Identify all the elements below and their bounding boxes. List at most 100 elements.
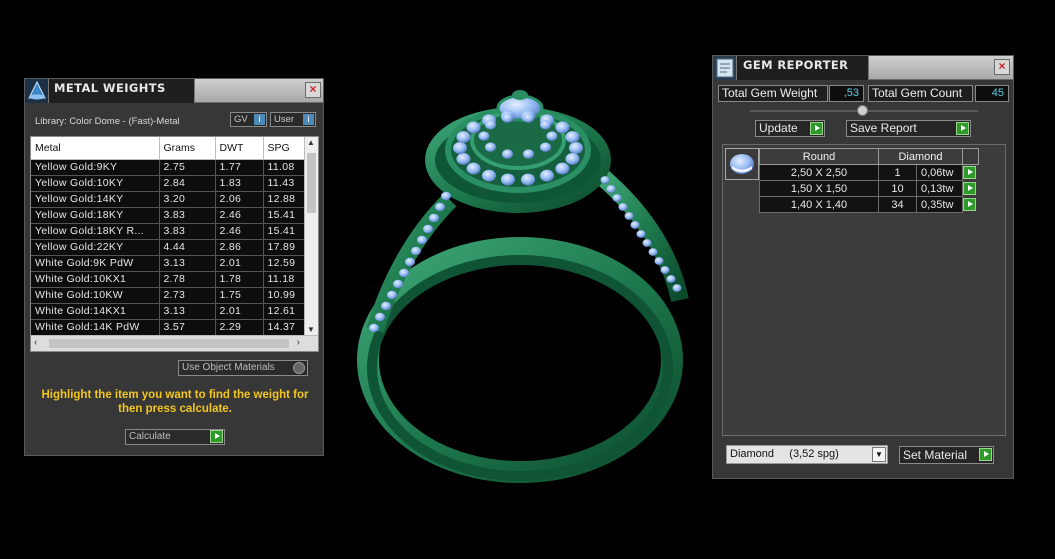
gem-thumbnail[interactable] (725, 148, 759, 180)
select-gem-icon[interactable] (963, 198, 976, 211)
metal-cell: 3.83 (159, 207, 216, 224)
gem-stone (654, 257, 664, 265)
gem-stone (546, 131, 558, 141)
gem-stone (501, 113, 513, 123)
metal-table[interactable]: Metal Grams DWT SPG Yellow Gold:9KY 2.75 1.77… (30, 136, 319, 352)
gem-reporter-icon (713, 56, 737, 80)
metal-titlebar[interactable]: METAL WEIGHTS × (25, 79, 323, 103)
play-icon[interactable] (956, 122, 969, 135)
gem-stone (417, 235, 427, 245)
gem-stone (555, 121, 570, 134)
scroll-right-icon[interactable]: › (297, 337, 300, 348)
user-label: User (274, 114, 295, 125)
use-object-materials-toggle[interactable]: Use Object Materials (178, 360, 308, 376)
gem-row[interactable]: 1,50 X 1,50 10 0,13tw (759, 180, 979, 197)
metal-row[interactable]: Yellow Gold:22KY 4.44 2.86 17.89 (31, 239, 312, 256)
gem-stone (540, 142, 552, 152)
gem-stone (405, 257, 415, 267)
instruction-text: Highlight the item you want to find the … (41, 389, 309, 415)
chevron-down-icon[interactable]: ▼ (872, 447, 886, 462)
gem-stone (456, 152, 471, 165)
gem-stone (456, 131, 471, 144)
horizontal-scrollbar[interactable]: ‹ › (31, 335, 318, 351)
metal-row[interactable]: White Gold:14KX1 3.13 2.01 12.61 (31, 303, 312, 320)
update-label: Update (759, 121, 798, 135)
gem-stone (523, 149, 535, 159)
gem-stone (672, 284, 682, 292)
metal-cell: 1.78 (215, 271, 264, 288)
metal-row[interactable]: Yellow Gold:9KY 2.75 1.77 11.08 (31, 159, 312, 176)
update-button[interactable]: Update (755, 120, 825, 137)
gem-shape-header: Round (759, 148, 879, 165)
gem-reporter-title: GEM REPORTER (743, 58, 849, 72)
metal-cell: Yellow Gold:18KY (31, 207, 160, 224)
user-toggle[interactable]: User i (270, 112, 316, 127)
metal-cell: Yellow Gold:10KY (31, 175, 160, 192)
gem-row[interactable]: 2,50 X 2,50 1 0,06tw (759, 164, 979, 181)
vertical-scrollbar[interactable]: ▲ ▼ (304, 137, 318, 335)
gem-stone (540, 120, 552, 130)
metal-cell: White Gold:9K PdW (31, 255, 160, 272)
select-gem-icon[interactable] (963, 166, 976, 180)
metal-row[interactable]: Yellow Gold:14KY 3.20 2.06 12.88 (31, 191, 312, 208)
metal-row[interactable]: White Gold:10KW 2.73 1.75 10.99 (31, 287, 312, 304)
metal-row[interactable]: Yellow Gold:10KY 2.84 1.83 11.43 (31, 175, 312, 192)
gem-count-cell: 1 (878, 164, 917, 181)
play-icon[interactable] (810, 122, 823, 135)
metal-cell: White Gold:10KW (31, 287, 160, 304)
gem-list[interactable]: Round Diamond 2,50 X 2,50 1 0,06tw 1,50 X 1… (722, 144, 1006, 436)
gv-toggle-icon: i (254, 114, 265, 125)
metal-cell: 3.57 (159, 319, 216, 336)
metal-cell: 3.13 (159, 303, 216, 320)
metal-cell: Yellow Gold:18KY R... (31, 223, 160, 240)
metal-cell: Yellow Gold:9KY (31, 159, 160, 176)
gem-reporter-panel: GEM REPORTER × Total Gem Weight ,53 Tota… (712, 55, 1014, 479)
metal-row[interactable]: White Gold:10KX1 2.78 1.78 11.18 (31, 271, 312, 288)
material-dropdown[interactable]: Diamond (3,52 spg) ▼ (726, 445, 888, 464)
vertical-scroll-thumb[interactable] (307, 153, 316, 213)
metal-row[interactable]: White Gold:14K PdW 3.57 2.29 14.37 (31, 319, 312, 336)
metal-row[interactable]: White Gold:9K PdW 3.13 2.01 12.59 (31, 255, 312, 272)
play-icon[interactable] (210, 430, 223, 443)
set-material-label: Set Material (903, 448, 968, 462)
gem-weight-cell: 0,06tw (916, 164, 963, 181)
close-button[interactable]: × (994, 59, 1010, 75)
gem-row[interactable]: 1,40 X 1,40 34 0,35tw (759, 196, 979, 213)
gem-table: Round Diamond 2,50 X 2,50 1 0,06tw 1,50 X 1… (759, 148, 979, 213)
metal-cell: 2.78 (159, 271, 216, 288)
gem-stone (612, 194, 622, 202)
metal-cell: White Gold:14K PdW (31, 319, 160, 336)
metal-row[interactable]: Yellow Gold:18KY 3.83 2.46 15.41 (31, 207, 312, 224)
gem-stone (381, 301, 391, 311)
scroll-down-icon[interactable]: ▼ (307, 325, 315, 334)
scroll-up-icon[interactable]: ▲ (307, 138, 315, 147)
close-button[interactable]: × (305, 82, 321, 98)
select-gem-icon[interactable] (963, 182, 976, 195)
metal-column-header[interactable]: DWT (215, 137, 264, 160)
metal-cell: 3.20 (159, 191, 216, 208)
save-report-button[interactable]: Save Report (846, 120, 971, 137)
metal-column-header[interactable]: Metal (31, 137, 160, 160)
gem-stone (565, 152, 580, 165)
gem-stone (555, 162, 570, 175)
metal-column-header[interactable]: Grams (159, 137, 216, 160)
scroll-left-icon[interactable]: ‹ (34, 337, 37, 348)
horizontal-scroll-thumb[interactable] (49, 339, 289, 348)
metal-cell: 2.01 (215, 303, 264, 320)
gem-stone (466, 162, 481, 175)
metal-cell: 2.86 (215, 239, 264, 256)
gem-stone (423, 224, 433, 234)
gem-titlebar[interactable]: GEM REPORTER × (713, 56, 1013, 80)
metal-row[interactable]: Yellow Gold:18KY R... 3.83 2.46 15.41 (31, 223, 312, 240)
size-slider-knob[interactable] (857, 105, 868, 116)
set-material-button[interactable]: Set Material (899, 446, 994, 464)
calculate-button[interactable]: Calculate (125, 429, 225, 445)
metal-cell: 2.06 (215, 191, 264, 208)
gem-stone (482, 169, 496, 182)
metal-table-header: Metal Grams DWT SPG (31, 137, 312, 160)
metal-cell: 2.29 (215, 319, 264, 336)
calculate-label: Calculate (129, 431, 171, 442)
play-icon[interactable] (979, 448, 992, 461)
gv-toggle[interactable]: GV i (230, 112, 267, 127)
user-toggle-icon: i (303, 114, 314, 125)
